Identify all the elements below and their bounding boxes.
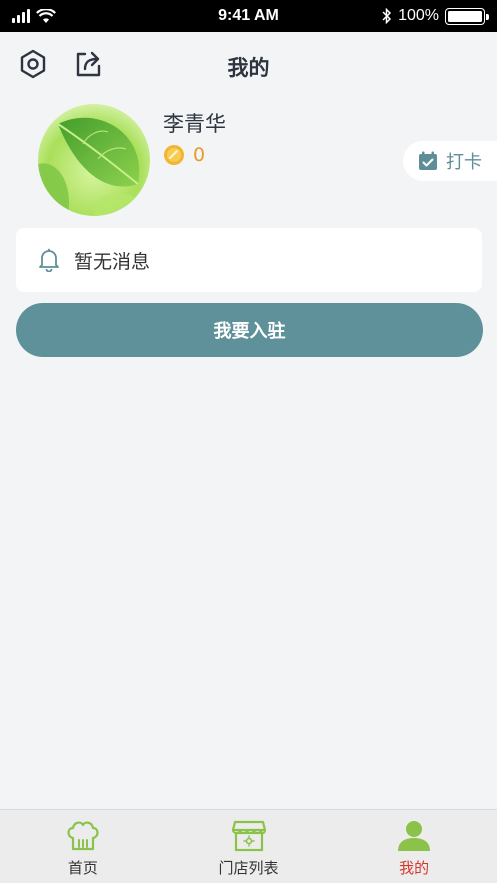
battery-icon — [445, 7, 489, 25]
coin-icon — [164, 145, 184, 165]
header: 我的 — [0, 32, 497, 98]
tab-mine[interactable]: 我的 — [331, 810, 497, 883]
page-title: 我的 — [227, 56, 270, 80]
calendar-check-icon — [419, 151, 437, 170]
message-card[interactable]: 暂无消息 — [16, 228, 482, 292]
coin-row: 0 — [163, 144, 205, 166]
leaf-photo-image — [38, 104, 150, 216]
tab-store-list[interactable]: 门店列表 — [166, 810, 332, 883]
avatar[interactable] — [38, 104, 150, 216]
status-time: 9:41 AM — [218, 7, 279, 24]
chef-hat-icon — [67, 821, 99, 851]
bluetooth-icon — [382, 8, 392, 24]
status-left — [12, 8, 56, 24]
person-icon — [398, 821, 431, 851]
tab-bar: 首页 门店列表 我的 — [0, 809, 497, 883]
tab-home[interactable]: 首页 — [0, 810, 166, 883]
tab-mine-label: 我的 — [399, 859, 430, 877]
checkin-label: 打卡 — [446, 152, 482, 173]
coin-count: 0 — [193, 144, 206, 166]
battery-percent: 100% — [398, 7, 439, 24]
wifi-icon — [36, 8, 56, 23]
tab-store-list-label: 门店列表 — [218, 859, 279, 877]
tab-home-label: 首页 — [67, 859, 98, 877]
status-right: 100% — [382, 7, 489, 25]
status-bar: 9:41 AM 100% — [0, 0, 497, 32]
join-button[interactable]: 我要入驻 — [16, 303, 483, 357]
signal-icon — [12, 9, 30, 23]
bell-icon — [39, 248, 59, 272]
username: 李青华 — [163, 112, 226, 136]
store-icon — [231, 820, 266, 852]
checkin-button[interactable]: 打卡 — [403, 141, 497, 181]
message-text: 暂无消息 — [74, 250, 151, 273]
